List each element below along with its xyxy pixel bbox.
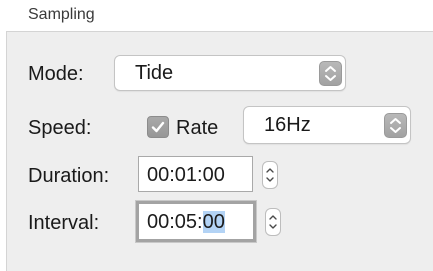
interval-selected-segment[interactable]: 00	[202, 211, 225, 233]
interval-stepper[interactable]	[265, 208, 281, 236]
duration-value: 00:01:00	[147, 164, 225, 186]
interval-label: Interval:	[28, 212, 100, 234]
stepper-up-down-icon	[269, 215, 277, 229]
duration-field[interactable]: 00:01:00	[138, 156, 253, 192]
stepper-up-down-icon	[266, 168, 274, 182]
speed-label: Speed:	[28, 117, 92, 139]
chevron-up-down-icon	[384, 113, 407, 138]
mode-label: Mode:	[28, 63, 84, 85]
rate-checkbox[interactable]	[147, 116, 169, 138]
interval-value-prefix: 00:05:	[147, 211, 203, 233]
interval-field[interactable]: 00:05:00	[136, 201, 256, 242]
duration-stepper[interactable]	[262, 161, 278, 189]
group-title: Sampling	[28, 6, 95, 23]
rate-popup[interactable]: 16Hz	[243, 106, 411, 144]
rate-value: 16Hz	[264, 114, 311, 136]
mode-value: Tide	[135, 62, 174, 84]
mode-popup[interactable]: Tide	[114, 55, 346, 91]
checkmark-icon	[151, 121, 165, 133]
rate-checkbox-label[interactable]: Rate	[176, 117, 218, 140]
duration-label: Duration:	[28, 165, 110, 187]
chevron-up-down-icon	[319, 61, 342, 86]
